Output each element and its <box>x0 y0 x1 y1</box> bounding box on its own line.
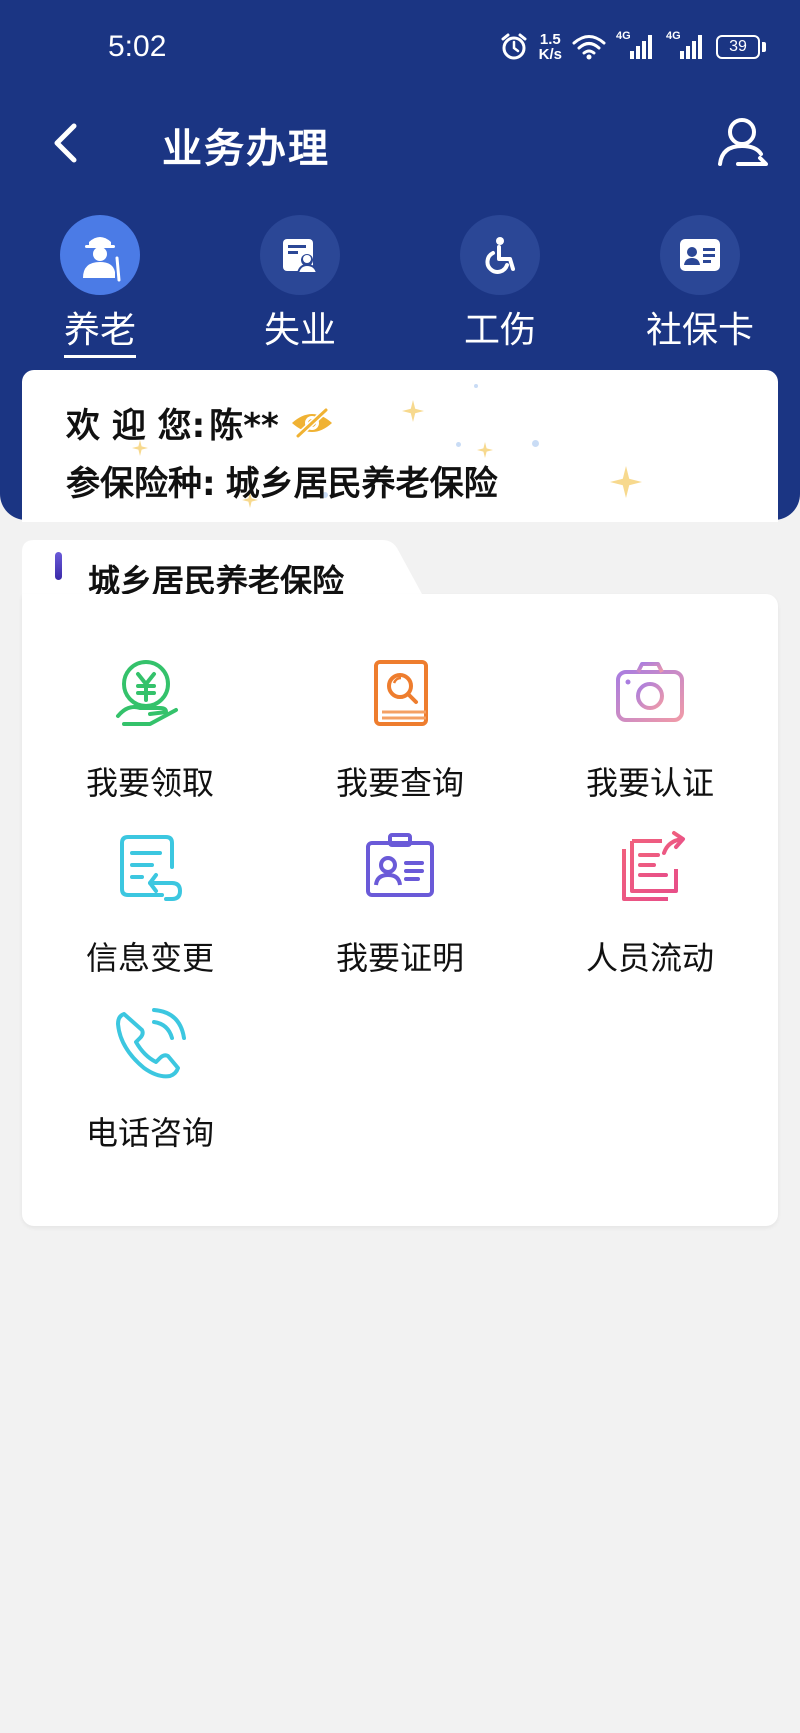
page-title: 业务办理 <box>162 126 330 172</box>
nav-bar: 业务办理 <box>0 100 800 190</box>
yuan-hand-icon <box>116 660 178 726</box>
service-label: 我要认证 <box>585 764 714 802</box>
insurance-type: 城乡居民养老保险 <box>225 464 498 504</box>
wifi-icon <box>572 35 606 60</box>
sparkle-dot <box>532 440 539 447</box>
category-tabs: 养老 失业 工伤 社保卡 <box>0 215 800 358</box>
phone-call-icon <box>116 1008 186 1079</box>
service-label: 人员流动 <box>585 939 714 977</box>
service-label: 我要查询 <box>335 764 464 802</box>
service-query[interactable]: 我要查询 <box>280 654 520 824</box>
user-switch-icon[interactable] <box>716 114 772 174</box>
book-search-icon <box>374 660 428 726</box>
welcome-greeting: 欢 迎 您: 陈** <box>66 398 335 447</box>
tab-pension[interactable]: 养老 <box>20 215 180 358</box>
camera-icon <box>616 662 684 722</box>
wheelchair-icon <box>485 237 515 274</box>
tab-social-card[interactable]: 社保卡 <box>620 215 780 355</box>
net-speed: 1.5 K/s <box>538 31 562 63</box>
battery-icon: 39 <box>716 35 766 59</box>
status-bar: 5:02 1.5 K/s 4G 4G 39 <box>0 0 800 100</box>
tab-label: 工伤 <box>463 310 536 351</box>
service-verify[interactable]: 我要认证 <box>530 654 770 824</box>
sparkle-icon <box>610 466 642 498</box>
status-time: 5:02 <box>108 30 167 63</box>
insurance-info: 参保险种: 城乡居民养老保险 <box>66 456 498 505</box>
sparkle-dot <box>474 384 478 388</box>
document-edit-icon <box>120 835 183 901</box>
tab-label: 养老 <box>63 301 136 358</box>
service-phone[interactable]: 电话咨询 <box>30 1004 270 1174</box>
service-label: 我要领取 <box>85 764 214 802</box>
user-name: 陈** <box>209 406 279 446</box>
signal-1-icon: 4G <box>616 30 656 62</box>
tab-label: 失业 <box>263 310 336 351</box>
panel-tab-indicator <box>55 552 62 580</box>
document-transfer-icon <box>622 831 685 901</box>
service-certificate[interactable]: 我要证明 <box>280 829 520 999</box>
status-icons: 1.5 K/s 4G 4G 39 <box>499 30 766 63</box>
sparkle-icon <box>402 400 424 422</box>
welcome-card: 欢 迎 您: 陈** 参保险种: 城乡居民养老保险 <box>22 370 778 522</box>
tab-unemployment[interactable]: 失业 <box>220 215 380 355</box>
service-panel: 我要领取 我要查询 我要认证 信息变更 我要证明 人员流动 电话咨询 <box>22 594 778 1226</box>
signal-2-icon: 4G <box>666 30 706 62</box>
service-label: 电话咨询 <box>85 1114 214 1152</box>
service-info-change[interactable]: 信息变更 <box>30 829 270 999</box>
elderly-person-icon <box>83 237 121 282</box>
service-label: 我要证明 <box>335 939 464 977</box>
service-claim[interactable]: 我要领取 <box>30 654 270 824</box>
id-card-icon <box>680 239 720 271</box>
service-label: 信息变更 <box>85 939 214 977</box>
id-badge-icon <box>366 833 434 897</box>
sparkle-dot <box>456 442 461 447</box>
alarm-icon <box>501 33 527 60</box>
eye-hidden-icon[interactable] <box>289 406 335 439</box>
tab-label: 社保卡 <box>645 310 754 351</box>
id-document-icon <box>283 239 319 274</box>
tab-work-injury[interactable]: 工伤 <box>420 215 580 355</box>
service-transfer[interactable]: 人员流动 <box>530 829 770 999</box>
chevron-left-icon[interactable] <box>42 118 92 168</box>
